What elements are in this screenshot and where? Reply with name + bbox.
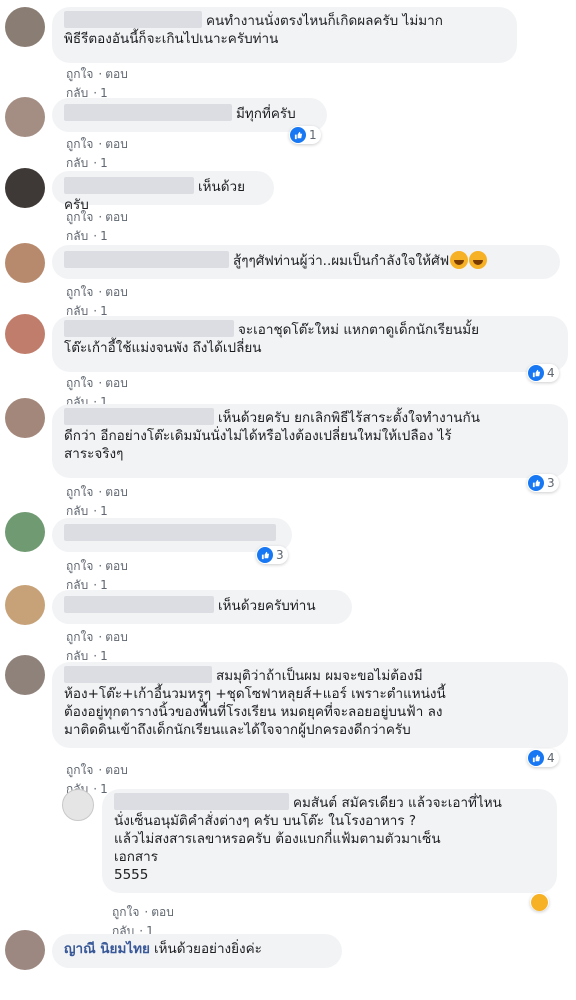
separator-dot: · [93,504,98,518]
like-link[interactable]: ถูกใจ [112,905,139,919]
like-link[interactable]: ถูกใจ [66,67,93,81]
separator-dot: · [98,630,103,644]
comment-bubble: เห็นด้วยครับท่าน [52,590,352,624]
comment-text: เห็นด้วยครับท่าน [218,598,316,614]
like-icon [528,475,544,491]
haha-reaction-icon [531,893,548,911]
avatar[interactable] [5,930,45,970]
separator-dot: · [93,229,98,243]
blurred-author-name[interactable] [64,408,214,425]
reaction-count[interactable]: 1 [289,126,321,144]
separator-dot: · [98,67,103,81]
like-icon [528,750,544,766]
blurred-author-name[interactable] [64,104,232,121]
reaction-count[interactable]: 4 [527,749,559,767]
comment-bubble: จะเอาชุดโต๊ะใหม่ แหกตาดูเด็กนักเรียนมั้ย… [52,316,568,372]
like-icon [528,365,544,381]
avatar[interactable] [5,314,45,354]
blurred-author-name[interactable] [114,793,289,810]
blurred-author-name[interactable] [64,524,276,541]
blurred-author-name[interactable] [64,596,214,613]
avatar[interactable] [5,97,45,137]
reaction-number: 3 [547,476,555,490]
comment-bubble: เห็นด้วยครับ ยกเลิกพิธีไร้สาระตั้งใจทำงา… [52,404,568,478]
comment-text: เห็นด้วยอย่างยิ่งค่ะ [153,941,262,957]
separator-dot: · [98,210,103,224]
separator-dot: · [93,649,98,663]
separator-dot: · [98,376,103,390]
reaction-count[interactable]: 3 [256,546,288,564]
reaction-number: 4 [547,366,555,380]
reaction-count[interactable]: 4 [527,364,559,382]
avatar[interactable] [5,7,45,47]
like-link[interactable]: ถูกใจ [66,210,93,224]
separator-dot: · [98,137,103,151]
smile-emoji-icon [469,251,488,269]
reaction-count[interactable]: 3 [527,474,559,492]
like-icon [257,547,273,563]
avatar[interactable] [62,789,94,821]
smile-emoji-icon [450,251,469,269]
avatar[interactable] [5,655,45,695]
comment-bubble: สู้ๆๆศัฟท่านผู้ว่า..ผมเป็นกำลังใจให้ศัฟ [52,245,560,279]
comment-bubble [52,518,292,552]
blurred-author-name[interactable] [64,251,229,268]
comment-bubble: มีทุกที่ครับ [52,98,327,132]
like-link[interactable]: ถูกใจ [66,559,93,573]
like-link[interactable]: ถูกใจ [66,285,93,299]
comment-text: มีทุกที่ครับ [236,106,296,122]
avatar[interactable] [5,168,45,208]
comment-bubble: ญาณี นิยมไทย เห็นด้วยอย่างยิ่งค่ะ [52,934,342,968]
separator-dot: · [144,905,149,919]
separator-dot: · [98,559,103,573]
reaction-number: 1 [309,128,317,142]
comment-bubble: เห็นด้วยครับ [52,171,274,213]
separator-dot: · [98,285,103,299]
avatar[interactable] [5,585,45,625]
avatar[interactable] [5,512,45,552]
separator-dot: · [98,485,103,499]
comment-bubble: คมสันต์ สมัครเดียว แล้วจะเอาที่ไหน นั่งเ… [102,789,557,893]
reaction-number: 3 [276,548,284,562]
blurred-author-name[interactable] [64,666,212,683]
separator-dot: · [93,782,98,796]
comment-bubble: คนทำงานนั่งตรงไหนก็เกิดผลครับ ไม่มาก พิธ… [52,7,517,63]
comment-bubble: สมมุติว่าถ้าเป็นผม ผมจะขอไม่ต้องมี ห้อง+… [52,662,568,748]
like-link[interactable]: ถูกใจ [66,763,93,777]
separator-dot: · [93,156,98,170]
like-link[interactable]: ถูกใจ [66,485,93,499]
avatar[interactable] [5,243,45,283]
like-icon [290,127,306,143]
like-link[interactable]: ถูกใจ [66,630,93,644]
blurred-author-name[interactable] [64,11,202,28]
like-link[interactable]: ถูกใจ [66,376,93,390]
reaction-number: 4 [547,751,555,765]
separator-dot: · [98,763,103,777]
comment-text: สู้ๆๆศัฟท่านผู้ว่า..ผมเป็นกำลังใจให้ศัฟ [233,253,450,269]
reaction-count[interactable] [530,893,549,911]
avatar[interactable] [5,398,45,438]
blurred-author-name[interactable] [64,320,234,337]
author-name-link[interactable]: ญาณี นิยมไทย [64,941,150,957]
blurred-author-name[interactable] [64,177,194,194]
like-link[interactable]: ถูกใจ [66,137,93,151]
